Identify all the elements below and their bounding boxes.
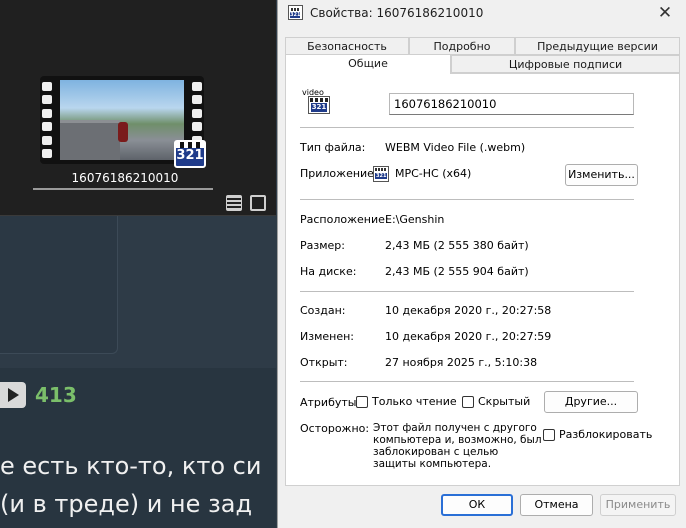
caution-text: Этот файл получен с другого компьютера и… [373, 422, 542, 470]
opened-value: 27 ноября 2025 г., 5:10:38 [385, 356, 538, 369]
unblock-checkbox-box[interactable] [543, 428, 555, 441]
location-label: Расположение: [300, 213, 389, 226]
thread-text-line-2: (и в треде) и не зад [0, 490, 253, 518]
modified-label: Изменен: [300, 330, 355, 343]
disk-size-label: На диске: [300, 265, 357, 278]
divider [300, 291, 634, 292]
apply-button[interactable]: Применить [600, 494, 676, 516]
file-type-label: Тип файла: [300, 141, 366, 154]
properties-dialog: Свойства: 16076186210010 ✕ Безопасность … [277, 0, 686, 528]
hidden-checkbox-box[interactable] [462, 395, 474, 408]
app-value: MPC-HC (x64) [395, 167, 472, 180]
hidden-checkbox-label: Скрытый [478, 395, 531, 408]
hidden-checkbox[interactable]: Скрытый [462, 395, 530, 408]
divider [300, 127, 634, 128]
tab-general[interactable]: Общие [285, 54, 451, 74]
mpc-file-icon [288, 5, 303, 20]
size-label: Размер: [300, 239, 345, 252]
tab-digital-signatures[interactable]: Цифровые подписи [451, 55, 680, 73]
view-mode-switcher [226, 195, 266, 211]
divider [300, 381, 634, 382]
divider [300, 199, 634, 200]
thread-text-line-1: е есть кто-то, кто си [0, 452, 262, 480]
film-holes-left [42, 82, 52, 158]
readonly-checkbox-box[interactable] [356, 395, 368, 408]
mpc-hc-app-icon [373, 166, 389, 182]
file-name-input[interactable] [389, 93, 634, 115]
mpc-hc-badge-icon: 321 [174, 140, 206, 168]
change-app-button[interactable]: Изменить... [565, 164, 638, 186]
large-icons-view-icon[interactable] [250, 195, 266, 211]
vote-count: 413 [35, 383, 77, 407]
details-view-icon[interactable] [226, 195, 242, 211]
created-value: 10 декабря 2020 г., 20:27:58 [385, 304, 552, 317]
location-value: E:\Genshin [385, 213, 445, 226]
created-label: Создан: [300, 304, 346, 317]
video-file-icon: video 321 [302, 88, 332, 116]
vote-widget: 413 [0, 382, 77, 408]
background-card [0, 216, 118, 354]
unblock-checkbox[interactable]: Разблокировать [543, 428, 680, 441]
tab-details[interactable]: Подробно [409, 37, 515, 55]
cancel-button[interactable]: Отмена [520, 494, 593, 516]
modified-value: 10 декабря 2020 г., 20:27:59 [385, 330, 552, 343]
caution-label: Осторожно: [300, 422, 370, 435]
play-icon[interactable] [0, 382, 26, 408]
dialog-title: Свойства: 16076186210010 [310, 6, 484, 20]
disk-size-value: 2,43 МБ (2 555 904 байт) [385, 265, 529, 278]
other-attributes-button[interactable]: Другие... [544, 391, 638, 413]
tab-previous-versions[interactable]: Предыдущие версии [515, 37, 680, 55]
video-frame-image [60, 80, 184, 160]
explorer-preview-area: 321 16076186210010 [0, 0, 276, 216]
close-icon[interactable]: ✕ [656, 4, 674, 22]
readonly-checkbox[interactable]: Только чтение [356, 395, 457, 408]
ok-button[interactable]: ОК [441, 494, 513, 516]
tab-security[interactable]: Безопасность [285, 37, 409, 55]
app-label: Приложение: [300, 167, 378, 180]
general-tab-panel: video 321 Тип файла: WEBM Video File (.w… [285, 73, 680, 486]
readonly-checkbox-label: Только чтение [372, 395, 457, 408]
file-type-value: WEBM Video File (.webm) [385, 141, 526, 154]
attributes-label: Атрибуты: [300, 396, 361, 409]
thumbnail-filename[interactable]: 16076186210010 [60, 171, 190, 185]
dialog-titlebar[interactable]: Свойства: 16076186210010 ✕ [278, 0, 686, 26]
opened-label: Открыт: [300, 356, 348, 369]
unblock-checkbox-label: Разблокировать [559, 428, 653, 441]
size-value: 2,43 МБ (2 555 380 байт) [385, 239, 529, 252]
thumbnail-underline [33, 188, 213, 190]
